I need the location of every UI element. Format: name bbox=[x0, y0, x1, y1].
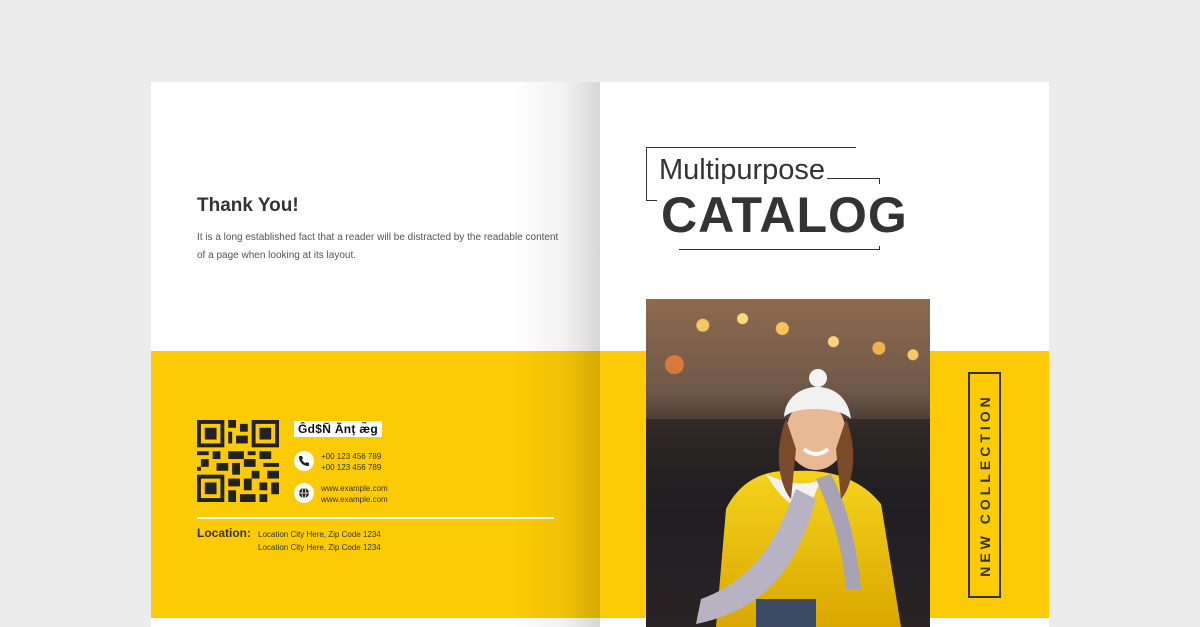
yellow-band-left: Ĝd$Ñ Ãnț æ̃g +00 123 456 789 +00 123 456… bbox=[151, 351, 600, 618]
web-line-1: www.example.com bbox=[321, 484, 388, 493]
location-line-2: Location City Here, Zip Code 1234 bbox=[258, 543, 381, 552]
title-multipurpose: Multipurpose bbox=[657, 154, 828, 187]
woman-in-yellow-jacket-photo bbox=[646, 299, 930, 627]
globe-icon bbox=[294, 483, 314, 503]
catalog-spread: Thank You! It is a long established fact… bbox=[151, 82, 1049, 627]
new-collection-label: NEW COLLECTION bbox=[976, 393, 993, 577]
left-page: Thank You! It is a long established fact… bbox=[151, 82, 600, 627]
phone-line-1: +00 123 456 789 bbox=[321, 452, 382, 461]
title-catalog: CATALOG bbox=[657, 184, 912, 246]
photo-illustration bbox=[646, 369, 930, 627]
location-label: Location: bbox=[197, 526, 251, 540]
qr-code bbox=[197, 420, 279, 502]
right-page: Multipurpose CATALOG NEW COLLECTION bbox=[600, 82, 1049, 627]
phone-line-2: +00 123 456 789 bbox=[321, 463, 382, 472]
divider-line bbox=[197, 517, 554, 519]
location-line-1: Location City Here, Zip Code 1234 bbox=[258, 530, 381, 539]
web-line-2: www.example.com bbox=[321, 495, 388, 504]
new-collection-box: NEW COLLECTION bbox=[968, 372, 1001, 598]
company-name: Ĝd$Ñ Ãnț æ̃g bbox=[294, 421, 382, 437]
thank-you-heading: Thank You! bbox=[197, 195, 299, 216]
thank-you-body: It is a long established fact that a rea… bbox=[197, 232, 559, 261]
phone-icon bbox=[294, 451, 314, 471]
